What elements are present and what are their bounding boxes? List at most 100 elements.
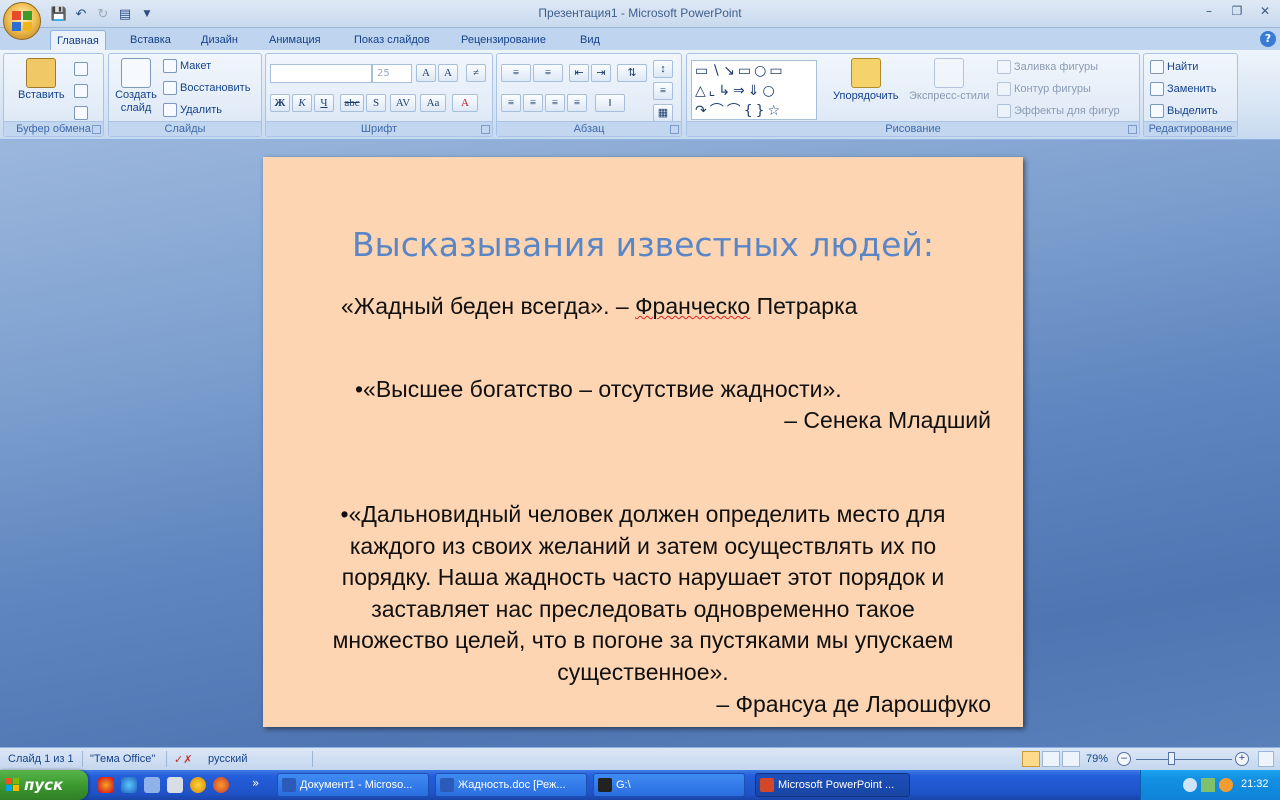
quick-styles-button[interactable]: Экспресс-стили	[909, 58, 989, 102]
shape-effects-button[interactable]: Эффекты для фигур	[997, 104, 1120, 118]
tab-home[interactable]: Главная	[50, 30, 106, 50]
find-button[interactable]: Найти	[1150, 60, 1198, 74]
quicklaunch-expand-icon[interactable]: »	[252, 776, 259, 790]
text-direction-icon[interactable]: ↕	[653, 60, 673, 78]
firefox-icon[interactable]	[213, 777, 229, 793]
restore-icon[interactable]: ❐	[1228, 4, 1246, 18]
layout-button[interactable]: Макет	[163, 59, 211, 73]
increase-indent-icon[interactable]: ⇥	[591, 64, 611, 82]
font-name-combo[interactable]	[270, 64, 372, 83]
tab-view[interactable]: Вид	[574, 30, 606, 50]
align-left-icon[interactable]: ≡	[501, 94, 521, 112]
columns-icon[interactable]: ‖	[595, 94, 625, 112]
task-powerpoint[interactable]: Microsoft PowerPoint ...	[755, 773, 910, 797]
language[interactable]: русский	[208, 753, 247, 765]
help-icon[interactable]: ?	[1260, 31, 1276, 47]
select-label: Выделить	[1167, 105, 1218, 117]
opera-icon[interactable]	[98, 777, 114, 793]
shape-fill-button[interactable]: Заливка фигуры	[997, 60, 1098, 74]
spellcheck-icon[interactable]: ✓✗	[174, 753, 192, 766]
windows-flag-icon	[6, 778, 20, 792]
align-center-icon[interactable]: ≡	[523, 94, 543, 112]
strikethrough-icon[interactable]: abc	[340, 94, 364, 112]
line-spacing-icon[interactable]: ⇅	[617, 64, 647, 82]
tray-app-icon[interactable]	[1219, 778, 1233, 792]
quote-3-author[interactable]: – Франсуа де Ларошфуко	[716, 691, 991, 718]
shadow-icon[interactable]: S	[366, 94, 386, 112]
bullets-icon[interactable]: ≡	[501, 64, 531, 82]
slide-title[interactable]: Высказывания известных людей:	[263, 225, 1023, 264]
group-paragraph: ≡ ≡ ⇤ ⇥ ⇅ ↕ ≡ ▦ ≡ ≡ ≡ ≡ ‖ Абзац	[496, 53, 682, 137]
change-case-icon[interactable]: Aa	[420, 94, 446, 112]
tab-slideshow[interactable]: Показ слайдов	[348, 30, 436, 50]
delete-button[interactable]: Удалить	[163, 103, 222, 117]
select-button[interactable]: Выделить	[1150, 104, 1218, 118]
ie-icon[interactable]	[121, 777, 137, 793]
font-color-icon[interactable]: A	[452, 94, 478, 112]
tab-design[interactable]: Дизайн	[195, 30, 244, 50]
task-label: G:\	[616, 779, 631, 791]
italic-icon[interactable]: К	[292, 94, 312, 112]
tab-review[interactable]: Рецензирование	[455, 30, 552, 50]
office-button[interactable]	[3, 2, 41, 40]
underline-icon[interactable]: Ч	[314, 94, 334, 112]
grow-font-icon[interactable]: A	[416, 64, 436, 82]
arrange-button[interactable]: Упорядочить	[833, 58, 898, 102]
tray-arrow-icon[interactable]	[1183, 778, 1197, 792]
shrink-font-icon[interactable]: A	[438, 64, 458, 82]
task-label: Документ1 - Microso...	[300, 779, 413, 791]
align-right-icon[interactable]: ≡	[545, 94, 565, 112]
numbering-icon[interactable]: ≡	[533, 64, 563, 82]
clear-format-icon[interactable]: ≠	[466, 64, 486, 82]
slide[interactable]: Высказывания известных людей: «Жадный бе…	[263, 157, 1023, 727]
zoom-level[interactable]: 79%	[1086, 753, 1108, 765]
quote-3[interactable]: •«Дальновидный человек должен определить…	[271, 499, 1015, 688]
align-text-icon[interactable]: ≡	[653, 82, 673, 100]
shape-outline-button[interactable]: Контур фигуры	[997, 82, 1091, 96]
shape-fill-label: Заливка фигуры	[1014, 61, 1099, 73]
minimize-icon[interactable]: –	[1200, 4, 1218, 18]
explorer-icon[interactable]	[167, 777, 183, 793]
dialog-launcher-icon[interactable]	[92, 125, 101, 134]
drawing-dialog-launcher-icon[interactable]	[1128, 125, 1137, 134]
smartart-icon[interactable]: ▦	[653, 104, 673, 122]
slide-sorter-icon[interactable]	[1042, 751, 1060, 767]
replace-button[interactable]: Заменить	[1150, 82, 1216, 96]
system-tray: 21:32	[1140, 770, 1280, 800]
task-word-doc2[interactable]: Жадность.doc [Реж...	[435, 773, 587, 797]
info-icon[interactable]	[190, 777, 206, 793]
copy-icon[interactable]	[74, 84, 88, 98]
zoom-out-icon[interactable]: –	[1117, 752, 1131, 766]
shapes-gallery[interactable]: ▭∖↘▭○▭ △⌞↳⇒⇓○ ↷⌒⌒{}☆	[691, 60, 817, 120]
zoom-in-icon[interactable]: +	[1235, 752, 1249, 766]
paragraph-dialog-launcher-icon[interactable]	[670, 125, 679, 134]
new-slide-button[interactable]: Создать слайд	[113, 58, 159, 115]
fit-to-window-icon[interactable]	[1258, 751, 1274, 767]
slideshow-view-icon[interactable]	[1062, 751, 1080, 767]
quote-2-author[interactable]: – Сенека Младший	[784, 407, 991, 434]
font-dialog-launcher-icon[interactable]	[481, 125, 490, 134]
start-button[interactable]: пуск	[0, 770, 88, 800]
font-size-combo[interactable]: 25	[372, 64, 412, 83]
tab-animation[interactable]: Анимация	[263, 30, 327, 50]
cut-icon[interactable]	[74, 62, 88, 76]
show-desktop-icon[interactable]	[144, 777, 160, 793]
close-icon[interactable]: ✕	[1256, 4, 1274, 18]
normal-view-icon[interactable]	[1022, 751, 1040, 767]
tray-network-icon[interactable]	[1201, 778, 1215, 792]
zoom-slider-thumb[interactable]	[1168, 752, 1175, 765]
quote-1[interactable]: «Жадный беден всегда». – Франческо Петра…	[341, 293, 857, 320]
reset-button[interactable]: Восстановить	[163, 81, 250, 95]
decrease-indent-icon[interactable]: ⇤	[569, 64, 589, 82]
bold-icon[interactable]: Ж	[270, 94, 290, 112]
group-label-editing: Редактирование	[1144, 121, 1237, 136]
task-word-doc1[interactable]: Документ1 - Microso...	[277, 773, 429, 797]
tab-insert[interactable]: Вставка	[124, 30, 177, 50]
format-painter-icon[interactable]	[74, 106, 88, 120]
paste-button[interactable]: Вставить	[18, 58, 65, 101]
justify-icon[interactable]: ≡	[567, 94, 587, 112]
quote-2[interactable]: •«Высшее богатство – отсутствие жадности…	[355, 376, 842, 403]
char-spacing-icon[interactable]: AV	[390, 94, 416, 112]
task-console[interactable]: G:\	[593, 773, 745, 797]
zoom-slider[interactable]	[1136, 759, 1232, 760]
